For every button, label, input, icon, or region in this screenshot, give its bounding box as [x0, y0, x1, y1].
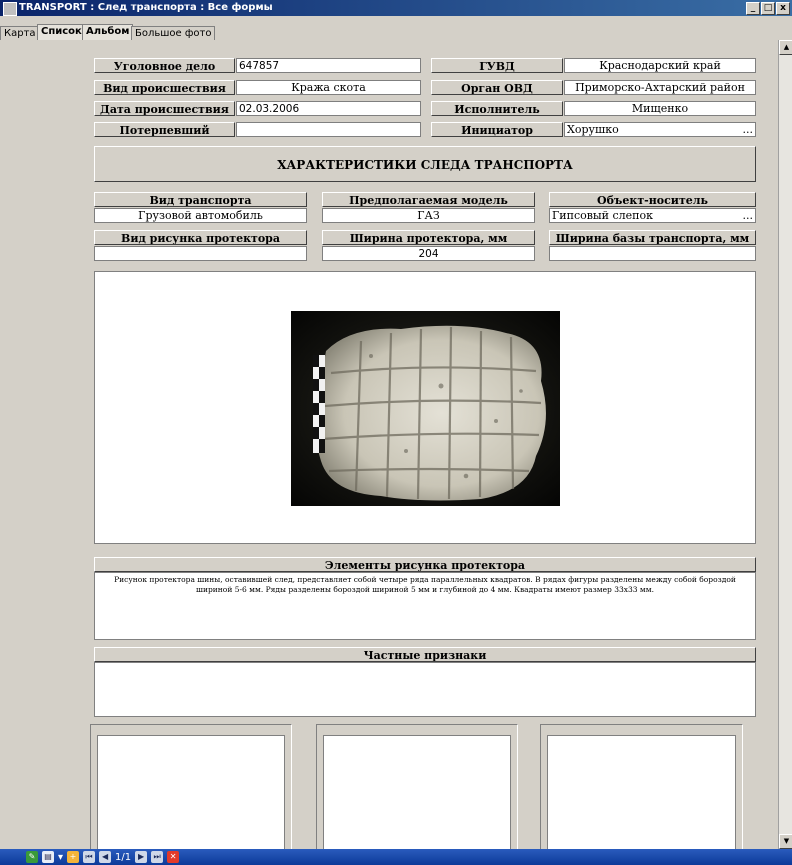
photo-slot-3[interactable]: [547, 735, 736, 853]
date-field[interactable]: 02.03.2006: [236, 101, 421, 116]
guvd-label: ГУВД: [431, 58, 563, 73]
photo-panel-2: [316, 724, 518, 854]
tab-strip: Карта Список Альбом Большое фото: [0, 16, 792, 40]
tread-pattern-field[interactable]: [94, 246, 307, 261]
tread-pattern-label: Вид рисунка протектора: [94, 230, 307, 245]
tab-album[interactable]: Альбом: [82, 24, 134, 40]
maximize-button[interactable]: □: [761, 2, 775, 15]
navigation-bar: ✎ ▤ ▾ + ⏮ ◀ 1/1 ▶ ⏭ ✕: [0, 849, 792, 865]
tread-width-field[interactable]: 204: [322, 246, 535, 261]
first-record-icon[interactable]: ⏮: [83, 851, 96, 863]
filter-icon[interactable]: ✎: [26, 851, 38, 863]
case-field[interactable]: 647857: [236, 58, 421, 73]
tread-elements-label: Элементы рисунка протектора: [94, 557, 756, 572]
dropdown-chevron-icon[interactable]: ▾: [58, 852, 63, 863]
app-window: TRANSPORT : След транспорта : Все формы …: [0, 0, 792, 865]
model-field[interactable]: ГАЗ: [322, 208, 535, 223]
tab-list[interactable]: Список: [37, 24, 86, 40]
record-selector-bar: [0, 40, 22, 849]
carrier-value: Гипсовый слепок: [552, 209, 653, 222]
section-title: ХАРАКТЕРИСТИКИ СЛЕДА ТРАНСПОРТА: [94, 146, 756, 182]
model-label: Предполагаемая модель: [322, 192, 535, 207]
document-icon[interactable]: ▤: [42, 851, 54, 863]
initiator-lookup-button[interactable]: ...: [743, 123, 754, 136]
vertical-scrollbar[interactable]: ▲ ▼: [778, 40, 792, 849]
base-width-label: Ширина базы транспорта, мм: [549, 230, 756, 245]
private-features-text[interactable]: [94, 662, 756, 717]
close-button[interactable]: x: [776, 2, 790, 15]
add-record-icon[interactable]: +: [67, 851, 80, 863]
vehicle-type-field[interactable]: Грузовой автомобиль: [94, 208, 307, 223]
title-bar: TRANSPORT : След транспорта : Все формы …: [0, 0, 792, 16]
date-label: Дата происшествия: [94, 101, 235, 116]
photo-slot-2[interactable]: [323, 735, 511, 853]
previous-record-icon[interactable]: ◀: [99, 851, 112, 863]
incident-type-label: Вид происшествия: [94, 80, 235, 95]
incident-type-field[interactable]: Кража скота: [236, 80, 421, 95]
scroll-down-icon[interactable]: ▼: [779, 834, 792, 849]
scroll-up-icon[interactable]: ▲: [779, 40, 792, 55]
carrier-label: Объект-носитель: [549, 192, 756, 207]
window-title: TRANSPORT : След транспорта : Все формы: [19, 2, 273, 13]
executor-label: Исполнитель: [431, 101, 563, 116]
ovd-field[interactable]: Приморско-Ахтарский район: [564, 80, 756, 95]
photo-panel-1: [90, 724, 292, 854]
delete-record-icon[interactable]: ✕: [167, 851, 180, 863]
tab-big-photo[interactable]: Большое фото: [131, 26, 216, 40]
tread-elements-text[interactable]: Рисунок протектора шины, оставившей след…: [94, 572, 756, 640]
victim-label: Потерпевший: [94, 122, 235, 137]
plaster-cast-photo[interactable]: [291, 311, 560, 506]
carrier-lookup-button[interactable]: ...: [743, 209, 754, 222]
carrier-field[interactable]: Гипсовый слепок ...: [549, 208, 756, 223]
initiator-label: Инициатор: [431, 122, 563, 137]
record-counter: 1/1: [115, 851, 132, 863]
ovd-label: Орган ОВД: [431, 80, 563, 95]
private-features-label: Частные признаки: [94, 647, 756, 662]
photo-slot-1[interactable]: [97, 735, 285, 853]
base-width-field[interactable]: [549, 246, 756, 261]
guvd-field[interactable]: Краснодарский край: [564, 58, 756, 73]
tread-width-label: Ширина протектора, мм: [322, 230, 535, 245]
initiator-field[interactable]: Хорушко ...: [564, 122, 756, 137]
last-record-icon[interactable]: ⏭: [151, 851, 164, 863]
victim-field[interactable]: [236, 122, 421, 137]
case-label: Уголовное дело: [94, 58, 235, 73]
minimize-button[interactable]: _: [746, 2, 760, 15]
executor-field[interactable]: Мищенко: [564, 101, 756, 116]
initiator-value: Хорушко: [567, 123, 619, 136]
photo-panel-3: [540, 724, 743, 854]
vehicle-type-label: Вид транспорта: [94, 192, 307, 207]
app-icon: [3, 2, 17, 16]
next-record-icon[interactable]: ▶: [135, 851, 148, 863]
tab-map[interactable]: Карта: [0, 26, 40, 40]
